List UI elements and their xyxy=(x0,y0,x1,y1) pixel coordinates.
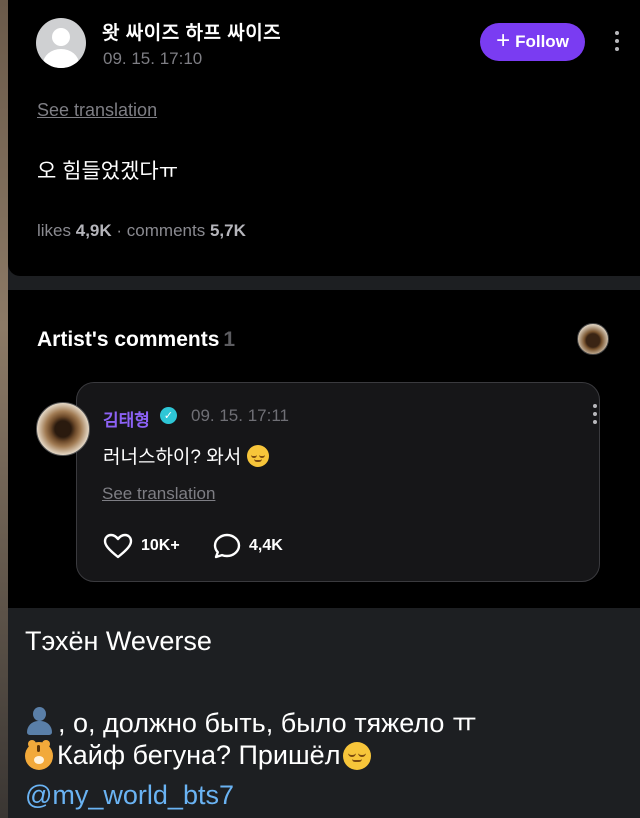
heart-icon xyxy=(103,533,133,559)
comment-like-button[interactable]: 10K+ xyxy=(103,533,180,559)
comment-more-options-icon[interactable] xyxy=(593,404,597,424)
artist-name[interactable]: 김태형 xyxy=(103,406,150,431)
follow-button[interactable]: + Follow xyxy=(480,23,585,61)
comment-see-translation-link[interactable]: See translation xyxy=(102,484,215,504)
likes-count: 4,9K xyxy=(75,221,112,240)
artist-comment-timestamp: 09. 15. 17:11 xyxy=(191,406,289,425)
post-text: 오 힘들었겠다ㅠ xyxy=(37,160,179,183)
relieved-face-emoji-icon xyxy=(247,444,270,467)
post-author-avatar[interactable] xyxy=(36,18,86,68)
channel-handle-link[interactable]: @my_world_bts7 xyxy=(25,780,234,811)
background-edge xyxy=(0,0,8,818)
comment-reply-button[interactable]: 4,4K xyxy=(213,533,283,559)
artist-comment-text-body: 러너스하이? 와서 xyxy=(103,447,242,468)
verified-badge-icon: ✓ xyxy=(160,407,177,424)
comments-label: comments xyxy=(126,221,206,240)
caption-line-1: , о, должно быть, было тяжело ㅠ xyxy=(25,701,477,740)
stats-separator: · xyxy=(116,221,127,240)
artist-comments-title: Artist's comments 1 xyxy=(37,328,235,352)
plus-icon: + xyxy=(496,27,511,54)
artist-avatar[interactable] xyxy=(36,402,90,456)
relieved-face-emoji-icon xyxy=(343,741,372,770)
comment-reply-count: 4,4K xyxy=(249,537,283,554)
post-stats: likes 4,9K · comments 5,7K xyxy=(37,221,246,241)
speech-bubble-icon xyxy=(213,533,241,559)
section-divider xyxy=(8,276,640,290)
likes-label: likes xyxy=(37,221,72,240)
caption-line-2-text: Кайф бегуна? Пришёл xyxy=(57,740,341,770)
post-card: 왓 싸이즈 하프 싸이즈 09. 15. 17:10 + Follow See … xyxy=(8,0,640,276)
caption-title: Тэхён Weverse xyxy=(25,626,212,656)
post-more-options-icon[interactable] xyxy=(615,31,619,51)
artist-comments-heading: Artist's comments xyxy=(37,328,220,351)
person-silhouette-icon xyxy=(25,706,53,736)
caption-line-1-text: , о, должно быть, было тяжело ㅠ xyxy=(58,708,477,738)
tiger-face-emoji-icon xyxy=(25,739,53,770)
avatar-head xyxy=(52,28,70,46)
avatar-body xyxy=(43,49,79,68)
message-caption: Тэхён Weverse , о, должно быть, было тяж… xyxy=(8,608,640,818)
follow-label: Follow xyxy=(515,32,569,51)
post-timestamp: 09. 15. 17:10 xyxy=(103,49,203,68)
caption-line-2: Кайф бегуна? Пришёл xyxy=(25,739,372,771)
artist-small-avatar[interactable] xyxy=(577,323,609,355)
artist-comment-text: 러너스하이? 와서 xyxy=(103,442,270,469)
post-author-name[interactable]: 왓 싸이즈 하프 싸이즈 xyxy=(102,18,281,45)
artist-comments-count: 1 xyxy=(223,328,236,351)
post-see-translation-link[interactable]: See translation xyxy=(37,100,157,121)
artist-comments-section: Artist's comments 1 김태형 ✓ 09. 15. 17:11 러… xyxy=(8,290,640,608)
comments-count: 5,7K xyxy=(209,221,246,240)
comment-like-count: 10K+ xyxy=(141,537,180,554)
